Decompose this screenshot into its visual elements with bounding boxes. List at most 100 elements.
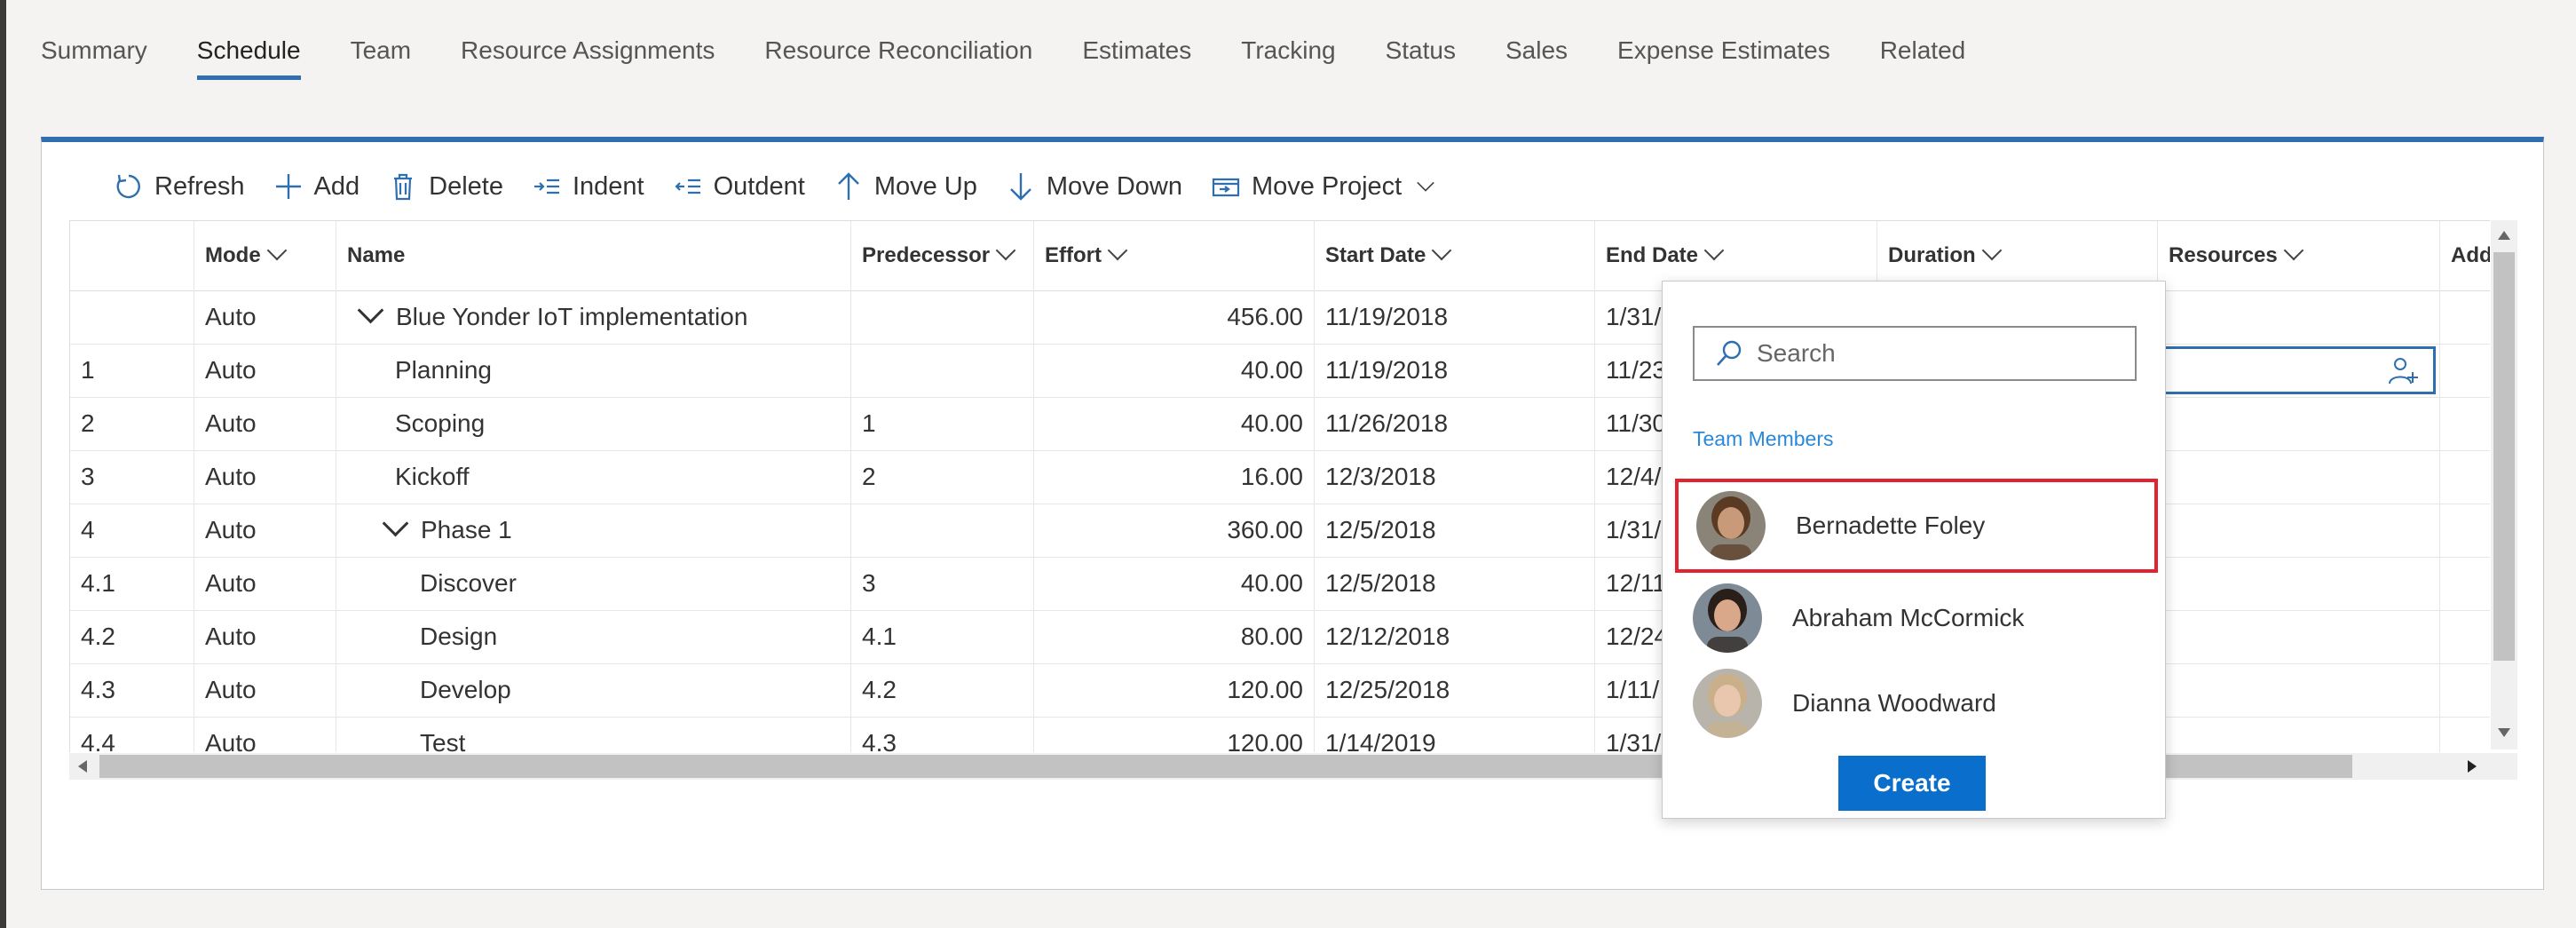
cell-start-date[interactable]: 11/19/2018 bbox=[1315, 344, 1595, 397]
tab-related[interactable]: Related bbox=[1880, 32, 1966, 83]
cell-add[interactable] bbox=[2440, 397, 2490, 450]
cell-name[interactable]: Scoping bbox=[336, 397, 851, 450]
resources-cell-editor[interactable] bbox=[2159, 346, 2436, 394]
cell-add[interactable] bbox=[2440, 344, 2490, 397]
header-add[interactable]: Add bbox=[2440, 221, 2490, 290]
cell-resources[interactable] bbox=[2158, 450, 2440, 504]
cell-mode[interactable]: Auto bbox=[194, 610, 336, 663]
cell-mode[interactable]: Auto bbox=[194, 504, 336, 557]
cell-resources[interactable] bbox=[2158, 663, 2440, 717]
header-name[interactable]: Name bbox=[336, 221, 851, 290]
scroll-up-arrow-icon[interactable] bbox=[2498, 231, 2510, 240]
team-member-item[interactable]: Dianna Woodward bbox=[1675, 656, 2158, 750]
tab-estimates[interactable]: Estimates bbox=[1082, 32, 1191, 83]
cell-predecessor[interactable]: 4.2 bbox=[851, 663, 1034, 717]
delete-button[interactable]: Delete bbox=[388, 171, 503, 202]
cell-mode[interactable]: Auto bbox=[194, 557, 336, 610]
cell-start-date[interactable]: 12/5/2018 bbox=[1315, 557, 1595, 610]
cell-name[interactable]: Blue Yonder IoT implementation bbox=[336, 290, 851, 344]
cell-start-date[interactable]: 1/14/2019 bbox=[1315, 717, 1595, 752]
team-member-item[interactable]: Bernadette Foley bbox=[1675, 479, 2158, 573]
cell-mode[interactable]: Auto bbox=[194, 344, 336, 397]
cell-add[interactable] bbox=[2440, 610, 2490, 663]
header-start-date[interactable]: Start Date bbox=[1315, 221, 1595, 290]
cell-name[interactable]: Discover bbox=[336, 557, 851, 610]
cell-add[interactable] bbox=[2440, 557, 2490, 610]
cell-effort[interactable]: 80.00 bbox=[1034, 610, 1315, 663]
tab-sales[interactable]: Sales bbox=[1505, 32, 1568, 83]
cell-name[interactable]: Develop bbox=[336, 663, 851, 717]
cell-predecessor[interactable] bbox=[851, 344, 1034, 397]
cell-id[interactable]: 4 bbox=[70, 504, 194, 557]
cell-effort[interactable]: 120.00 bbox=[1034, 663, 1315, 717]
tab-summary[interactable]: Summary bbox=[41, 32, 147, 83]
tab-expense-estimates[interactable]: Expense Estimates bbox=[1617, 32, 1830, 83]
cell-mode[interactable]: Auto bbox=[194, 663, 336, 717]
indent-button[interactable]: Indent bbox=[532, 171, 644, 202]
cell-mode[interactable]: Auto bbox=[194, 450, 336, 504]
cell-mode[interactable]: Auto bbox=[194, 397, 336, 450]
collapse-chevron-icon[interactable] bbox=[382, 510, 409, 537]
cell-predecessor[interactable]: 3 bbox=[851, 557, 1034, 610]
cell-start-date[interactable]: 12/3/2018 bbox=[1315, 450, 1595, 504]
cell-add[interactable] bbox=[2440, 290, 2490, 344]
cell-start-date[interactable]: 12/12/2018 bbox=[1315, 610, 1595, 663]
cell-mode[interactable]: Auto bbox=[194, 290, 336, 344]
move-down-button[interactable]: Move Down bbox=[1006, 171, 1182, 202]
cell-mode[interactable]: Auto bbox=[194, 717, 336, 752]
cell-resources[interactable] bbox=[2158, 717, 2440, 752]
cell-id[interactable] bbox=[70, 290, 194, 344]
cell-effort[interactable]: 40.00 bbox=[1034, 344, 1315, 397]
cell-predecessor[interactable] bbox=[851, 504, 1034, 557]
cell-id[interactable]: 4.3 bbox=[70, 663, 194, 717]
scroll-left-arrow-icon[interactable] bbox=[78, 760, 87, 773]
tab-tracking[interactable]: Tracking bbox=[1241, 32, 1335, 83]
header-predecessor[interactable]: Predecessor bbox=[851, 221, 1034, 290]
scroll-down-arrow-icon[interactable] bbox=[2498, 728, 2510, 737]
cell-effort[interactable]: 16.00 bbox=[1034, 450, 1315, 504]
team-member-item[interactable]: Abraham McCormick bbox=[1675, 571, 2158, 665]
tab-resource-reconciliation[interactable]: Resource Reconciliation bbox=[764, 32, 1032, 83]
tab-status[interactable]: Status bbox=[1386, 32, 1456, 83]
cell-effort[interactable]: 120.00 bbox=[1034, 717, 1315, 752]
cell-resources[interactable] bbox=[2158, 504, 2440, 557]
search-box[interactable] bbox=[1693, 326, 2137, 381]
header-effort[interactable]: Effort bbox=[1034, 221, 1315, 290]
header-mode[interactable]: Mode bbox=[194, 221, 336, 290]
cell-add[interactable] bbox=[2440, 717, 2490, 752]
cell-name[interactable]: Kickoff bbox=[336, 450, 851, 504]
cell-name[interactable]: Planning bbox=[336, 344, 851, 397]
refresh-button[interactable]: Refresh bbox=[114, 171, 245, 202]
cell-id[interactable]: 4.4 bbox=[70, 717, 194, 752]
cell-effort[interactable]: 360.00 bbox=[1034, 504, 1315, 557]
cell-predecessor[interactable]: 4.3 bbox=[851, 717, 1034, 752]
cell-name[interactable]: Test bbox=[336, 717, 851, 752]
collapse-chevron-icon[interactable] bbox=[357, 297, 384, 324]
create-button[interactable]: Create bbox=[1838, 756, 1986, 811]
cell-id[interactable]: 4.2 bbox=[70, 610, 194, 663]
cell-predecessor[interactable]: 2 bbox=[851, 450, 1034, 504]
cell-resources[interactable] bbox=[2158, 557, 2440, 610]
cell-effort[interactable]: 40.00 bbox=[1034, 557, 1315, 610]
cell-predecessor[interactable]: 1 bbox=[851, 397, 1034, 450]
cell-id[interactable]: 3 bbox=[70, 450, 194, 504]
vertical-scroll-thumb[interactable] bbox=[2493, 252, 2515, 661]
cell-start-date[interactable]: 12/5/2018 bbox=[1315, 504, 1595, 557]
cell-id[interactable]: 4.1 bbox=[70, 557, 194, 610]
cell-effort[interactable]: 456.00 bbox=[1034, 290, 1315, 344]
cell-predecessor[interactable]: 4.1 bbox=[851, 610, 1034, 663]
outdent-button[interactable]: Outdent bbox=[673, 171, 805, 202]
add-button[interactable]: Add bbox=[273, 171, 360, 202]
header-resources[interactable]: Resources bbox=[2158, 221, 2440, 290]
cell-start-date[interactable]: 11/19/2018 bbox=[1315, 290, 1595, 344]
tab-schedule[interactable]: Schedule bbox=[196, 32, 301, 83]
move-project-button[interactable]: Move Project bbox=[1211, 171, 1437, 202]
vertical-scrollbar[interactable] bbox=[2491, 220, 2517, 750]
tab-team[interactable]: Team bbox=[351, 32, 411, 83]
cell-resources[interactable] bbox=[2158, 397, 2440, 450]
cell-id[interactable]: 2 bbox=[70, 397, 194, 450]
cell-add[interactable] bbox=[2440, 450, 2490, 504]
move-up-button[interactable]: Move Up bbox=[834, 171, 977, 202]
cell-name[interactable]: Phase 1 bbox=[336, 504, 851, 557]
cell-id[interactable]: 1 bbox=[70, 344, 194, 397]
